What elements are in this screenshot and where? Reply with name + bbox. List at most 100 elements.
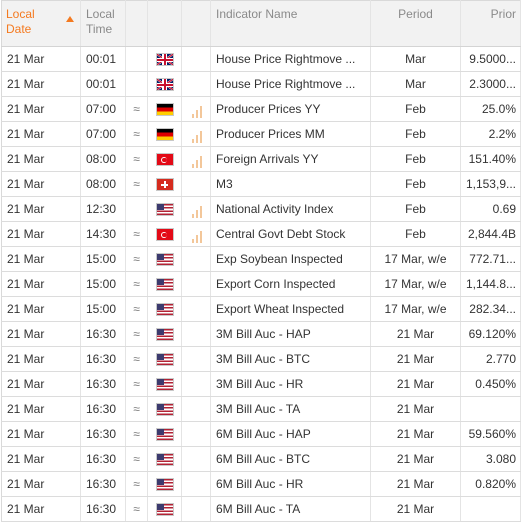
us-flag-icon	[156, 454, 173, 466]
event-period: Feb	[370, 196, 461, 222]
event-period: Feb	[370, 121, 461, 147]
table-row[interactable]: 21 Mar 08:00 ≈ Foreign Arrivals YY Feb 151.40…	[1, 146, 521, 172]
table-row[interactable]: 21 Mar 07:00 ≈ Producer Prices MM Feb 2.2%	[1, 121, 521, 147]
event-date: 21 Mar	[1, 271, 81, 297]
table-row[interactable]: 21 Mar 16:30 ≈3M Bill Auc - BTC 21 Mar 2.770	[1, 346, 521, 372]
column-header-local-time[interactable]: Local Time	[80, 0, 126, 47]
volatility-cell	[181, 71, 211, 97]
event-time: 16:30	[80, 371, 126, 397]
country-flag-cell	[147, 271, 182, 297]
event-time: 16:30	[80, 446, 126, 472]
approximate-icon: ≈	[125, 146, 148, 172]
country-flag-cell	[147, 446, 182, 472]
event-time: 16:30	[80, 346, 126, 372]
volatility-cell	[181, 246, 211, 272]
event-date: 21 Mar	[1, 196, 81, 222]
event-date: 21 Mar	[1, 421, 81, 447]
prior-value: 69.120%	[460, 321, 521, 347]
event-date: 21 Mar	[1, 346, 81, 372]
us-flag-icon	[156, 404, 173, 416]
table-row[interactable]: 21 Mar 14:30 ≈ Central Govt Debt Stock Feb 2,…	[1, 221, 521, 247]
volatility-bars-icon	[190, 129, 202, 143]
volatility-cell	[181, 371, 211, 397]
volatility-bar	[192, 138, 194, 143]
approximate-icon: ≈	[125, 296, 148, 322]
indicator-name: 3M Bill Auc - TA	[210, 396, 371, 422]
event-date: 21 Mar	[1, 396, 81, 422]
event-date: 21 Mar	[1, 471, 81, 497]
table-row[interactable]: 21 Mar 07:00 ≈ Producer Prices YY Feb 25.0%	[1, 96, 521, 122]
approximate-icon: ≈	[125, 121, 148, 147]
header-time-line1: Local	[86, 7, 115, 21]
approximate-icon: ≈	[125, 421, 148, 447]
event-time: 07:00	[80, 121, 126, 147]
prior-value: 282.34...	[460, 296, 521, 322]
volatility-cell	[181, 296, 211, 322]
approximate-icon: ≈	[125, 96, 148, 122]
column-header-indicator-name[interactable]: Indicator Name	[210, 0, 371, 47]
country-flag-cell	[147, 196, 182, 222]
de-flag-icon	[156, 104, 173, 116]
de-flag-icon	[156, 129, 173, 141]
prior-value: 2,844.4B	[460, 221, 521, 247]
event-date: 21 Mar	[1, 246, 81, 272]
prior-value: 151.40%	[460, 146, 521, 172]
event-date: 21 Mar	[1, 96, 81, 122]
column-header-local-date[interactable]: Local Date	[1, 0, 81, 47]
event-period: Mar	[370, 46, 461, 72]
country-flag-cell	[147, 246, 182, 272]
us-flag-icon	[156, 354, 173, 366]
table-row[interactable]: 21 Mar 16:30 ≈3M Bill Auc - HAP 21 Mar 69.12…	[1, 321, 521, 347]
table-row[interactable]: 21 Mar 00:01 House Price Rightmove ... Mar 2…	[1, 71, 521, 97]
event-date: 21 Mar	[1, 71, 81, 97]
table-row[interactable]: 21 Mar 15:00 ≈ Export Wheat Inspected 17 Mar…	[1, 296, 521, 322]
sort-ascending-icon[interactable]	[66, 16, 74, 22]
table-row[interactable]: 21 Mar 08:00 ≈ M3 Feb 1,153,9...	[1, 171, 521, 197]
country-flag-cell	[147, 171, 182, 197]
event-period: 21 Mar	[370, 496, 461, 522]
event-time: 16:30	[80, 396, 126, 422]
event-period: 21 Mar	[370, 471, 461, 497]
prior-value: 3.080	[460, 446, 521, 472]
column-header-period[interactable]: Period	[370, 0, 461, 47]
event-time: 00:01	[80, 46, 126, 72]
event-period: Mar	[370, 71, 461, 97]
table-row[interactable]: 21 Mar 16:30 ≈3M Bill Auc - HR 21 Mar 0.450%	[1, 371, 521, 397]
approximate-icon: ≈	[125, 321, 148, 347]
table-row[interactable]: 21 Mar 12:30 National Activity Index Feb 0.6…	[1, 196, 521, 222]
table-row[interactable]: 21 Mar 16:30 ≈6M Bill Auc - HR 21 Mar 0.820%	[1, 471, 521, 497]
table-row[interactable]: 21 Mar 15:00 ≈ Export Corn Inspected 17 Mar,…	[1, 271, 521, 297]
prior-value: 0.820%	[460, 471, 521, 497]
event-period: 17 Mar, w/e	[370, 296, 461, 322]
us-flag-icon	[156, 329, 173, 341]
column-header-prior[interactable]: Prior	[460, 0, 521, 47]
table-row[interactable]: 21 Mar 00:01 House Price Rightmove ... Mar 9…	[1, 46, 521, 72]
volatility-bar	[200, 230, 202, 243]
event-period: 21 Mar	[370, 421, 461, 447]
us-flag-icon	[156, 379, 173, 391]
event-time: 15:00	[80, 246, 126, 272]
event-date: 21 Mar	[1, 46, 81, 72]
volatility-bar	[200, 155, 202, 168]
volatility-bar	[196, 134, 198, 143]
approximate-icon: ≈	[125, 496, 148, 522]
volatility-cell	[181, 496, 211, 522]
table-row[interactable]: 21 Mar 16:30 ≈6M Bill Auc - BTC 21 Mar 3.080	[1, 446, 521, 472]
prior-value: 9.5000...	[460, 46, 521, 72]
event-date: 21 Mar	[1, 171, 81, 197]
table-row[interactable]: 21 Mar 16:30 ≈6M Bill Auc - TA 21 Mar	[1, 496, 521, 522]
volatility-cell	[181, 271, 211, 297]
event-date: 21 Mar	[1, 121, 81, 147]
event-period: Feb	[370, 146, 461, 172]
country-flag-cell	[147, 121, 182, 147]
country-flag-cell	[147, 71, 182, 97]
country-flag-cell	[147, 146, 182, 172]
table-row[interactable]: 21 Mar 16:30 ≈6M Bill Auc - HAP 21 Mar 59.56…	[1, 421, 521, 447]
volatility-bar	[200, 130, 202, 143]
table-row[interactable]: 21 Mar 15:00 ≈ Exp Soybean Inspected 17 Mar,…	[1, 246, 521, 272]
table-row[interactable]: 21 Mar 16:30 ≈3M Bill Auc - TA 21 Mar	[1, 396, 521, 422]
event-date: 21 Mar	[1, 146, 81, 172]
event-date: 21 Mar	[1, 221, 81, 247]
event-time: 07:00	[80, 96, 126, 122]
column-header-volatility	[181, 0, 211, 47]
